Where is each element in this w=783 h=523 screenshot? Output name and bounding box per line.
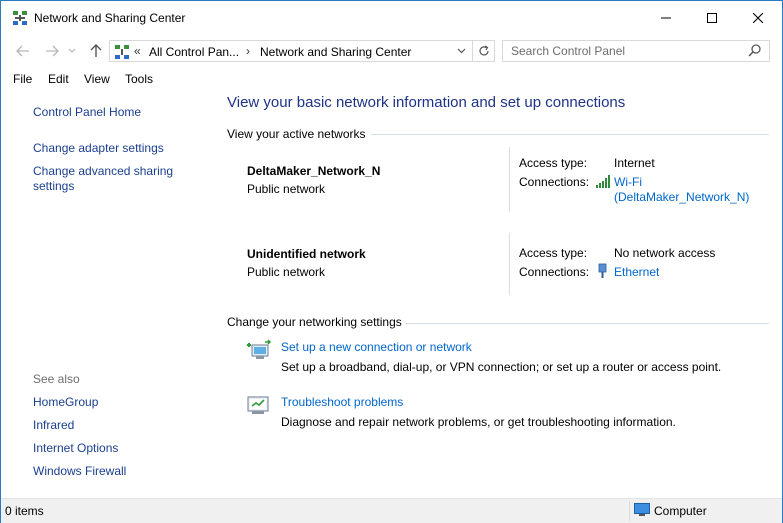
left-navigation-pane: Control Panel Home Change adapter settin…: [1, 91, 215, 496]
page-title: View your basic network information and …: [227, 94, 626, 111]
maximize-icon: [707, 13, 717, 23]
connections-label: Connections:: [519, 175, 590, 189]
navigation-bar: « All Control Pan... › Network and Shari…: [1, 37, 782, 65]
network-center-icon: [13, 11, 27, 25]
change-adapter-settings-link[interactable]: Change adapter settings: [33, 141, 203, 156]
main-content: View your basic network information and …: [215, 89, 782, 496]
breadcrumb-separator[interactable]: ›: [246, 44, 250, 58]
status-divider: [629, 501, 630, 521]
settings-heading: Change your networking settings: [227, 315, 402, 329]
homegroup-link[interactable]: HomeGroup: [33, 395, 203, 410]
control-panel-icon: [115, 45, 129, 59]
item-count: 0 items: [5, 504, 44, 518]
section-divider: [371, 134, 769, 135]
infrared-link[interactable]: Infrared: [33, 418, 203, 433]
close-icon: [753, 13, 763, 23]
zone-label: Computer: [654, 504, 707, 518]
troubleshoot-link[interactable]: Troubleshoot problems: [281, 395, 403, 409]
network-divider: [509, 147, 510, 212]
network-category-link: Public network: [247, 265, 326, 279]
setup-new-connection-description: Set up a broadband, dial-up, or VPN conn…: [281, 360, 722, 374]
menu-view[interactable]: View: [84, 72, 110, 86]
change-advanced-sharing-link[interactable]: Change advanced sharing settings: [33, 164, 183, 194]
breadcrumb-network-sharing[interactable]: Network and Sharing Center: [260, 45, 411, 59]
access-type-value: Internet: [614, 156, 655, 170]
network-name: DeltaMaker_Network_N: [247, 164, 381, 178]
access-type-label: Access type:: [519, 246, 588, 260]
setup-new-connection-link[interactable]: Set up a new connection or network: [281, 340, 472, 354]
forward-button[interactable]: [41, 41, 63, 61]
menu-edit[interactable]: Edit: [48, 72, 69, 86]
recent-locations-button[interactable]: [65, 41, 79, 61]
wifi-connection-link[interactable]: Wi-Fi: [614, 175, 642, 189]
address-dropdown-button[interactable]: [450, 41, 472, 61]
troubleshoot-description: Diagnose and repair network problems, or…: [281, 415, 676, 429]
breadcrumb-overflow[interactable]: «: [134, 44, 141, 58]
troubleshoot-icon: [247, 396, 269, 414]
section-divider: [405, 323, 769, 324]
ethernet-connection-link[interactable]: Ethernet: [614, 265, 659, 279]
network-name: Unidentified network: [247, 247, 366, 261]
access-type-value: No network access: [614, 246, 716, 260]
forward-arrow-icon: [46, 45, 59, 57]
up-button[interactable]: [85, 41, 107, 61]
access-type-label: Access type:: [519, 156, 588, 170]
maximize-button[interactable]: [689, 1, 735, 35]
up-arrow-icon: [90, 44, 102, 57]
address-bar[interactable]: « All Control Pan... › Network and Shari…: [109, 40, 495, 62]
computer-icon: [634, 503, 650, 516]
back-arrow-icon: [16, 45, 29, 57]
menu-bar: File Edit View Tools: [1, 69, 782, 89]
menu-file[interactable]: File: [13, 72, 32, 86]
chevron-down-icon: [68, 48, 76, 53]
minimize-icon: [661, 17, 671, 19]
back-button[interactable]: [12, 41, 34, 61]
window: Network and Sharing Center « All Control…: [0, 0, 783, 523]
see-also-heading: See also: [33, 372, 80, 386]
close-button[interactable]: [735, 1, 781, 35]
minimize-button[interactable]: [643, 1, 689, 35]
search-input[interactable]: [511, 43, 741, 59]
connections-label: Connections:: [519, 265, 590, 279]
refresh-icon: [479, 45, 489, 56]
control-panel-home-link[interactable]: Control Panel Home: [33, 105, 203, 120]
window-title: Network and Sharing Center: [34, 11, 186, 25]
wifi-connection-ssid-link[interactable]: (DeltaMaker_Network_N): [614, 190, 749, 204]
new-connection-icon: [247, 339, 272, 359]
chevron-down-icon: [457, 48, 465, 54]
ethernet-icon: [598, 263, 607, 278]
status-bar: 0 items Computer: [1, 498, 782, 523]
search-box[interactable]: [502, 40, 770, 62]
wifi-signal-icon: [596, 175, 610, 188]
search-icon[interactable]: [747, 43, 763, 59]
active-networks-heading: View your active networks: [227, 127, 366, 141]
title-bar[interactable]: Network and Sharing Center: [1, 1, 782, 35]
internet-options-link[interactable]: Internet Options: [33, 441, 203, 456]
refresh-button[interactable]: [472, 41, 495, 61]
windows-firewall-link[interactable]: Windows Firewall: [33, 464, 203, 479]
breadcrumb-all-control-panel[interactable]: All Control Pan...: [149, 45, 239, 59]
network-category-link: Public network: [247, 182, 326, 196]
menu-tools[interactable]: Tools: [125, 72, 153, 86]
network-divider: [509, 233, 510, 295]
